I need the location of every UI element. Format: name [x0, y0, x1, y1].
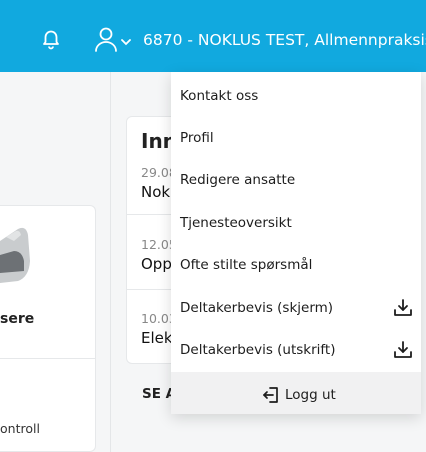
- bell-icon[interactable]: [38, 26, 64, 52]
- card-title: sere: [0, 311, 35, 327]
- menu-item-label: Deltakerbevis (skjerm): [180, 300, 334, 316]
- organization-label[interactable]: 6870 - NOKLUS TEST, Allmennpraksis: [143, 31, 426, 49]
- menu-item-tjenesteoversikt[interactable]: Tjenesteoversikt: [171, 201, 421, 243]
- menu-item-label: Redigere ansatte: [180, 172, 296, 188]
- download-icon[interactable]: [393, 340, 413, 360]
- user-dropdown-menu: Kontakt oss Profil Redigere ansatte Tjen…: [171, 72, 421, 414]
- card-subtitle: ontroll: [0, 421, 40, 436]
- menu-item-kontakt-oss[interactable]: Kontakt oss: [171, 74, 421, 116]
- top-bar: 6870 - NOKLUS TEST, Allmennpraksis: [0, 0, 426, 72]
- left-card[interactable]: sere ontroll: [0, 205, 96, 452]
- logout-label: Logg ut: [285, 387, 336, 403]
- menu-item-label: Kontakt oss: [180, 88, 259, 104]
- menu-item-profil[interactable]: Profil: [171, 116, 421, 158]
- menu-item-label: Tjenesteoversikt: [180, 215, 292, 231]
- news-title: Opp: [141, 255, 172, 273]
- menu-item-deltakerbevis-utskrift[interactable]: Deltakerbevis (utskrift): [171, 328, 421, 370]
- menu-item-faq[interactable]: Ofte stilte spørsmål: [171, 243, 421, 285]
- download-icon[interactable]: [393, 298, 413, 318]
- device-image: [0, 227, 30, 283]
- logout-button[interactable]: Logg ut: [171, 372, 421, 414]
- chevron-down-icon: [121, 39, 131, 46]
- user-menu-toggle[interactable]: [92, 25, 134, 53]
- menu-item-redigere-ansatte[interactable]: Redigere ansatte: [171, 158, 421, 200]
- menu-item-label: Ofte stilte spørsmål: [180, 257, 313, 273]
- menu-item-label: Deltakerbevis (utskrift): [180, 342, 336, 358]
- column-divider: [110, 72, 111, 452]
- menu-item-label: Profil: [180, 130, 214, 146]
- user-icon: [95, 27, 117, 52]
- logout-icon: [262, 386, 280, 404]
- divider: [0, 358, 95, 359]
- menu-item-deltakerbevis-skjerm[interactable]: Deltakerbevis (skjerm): [171, 286, 421, 328]
